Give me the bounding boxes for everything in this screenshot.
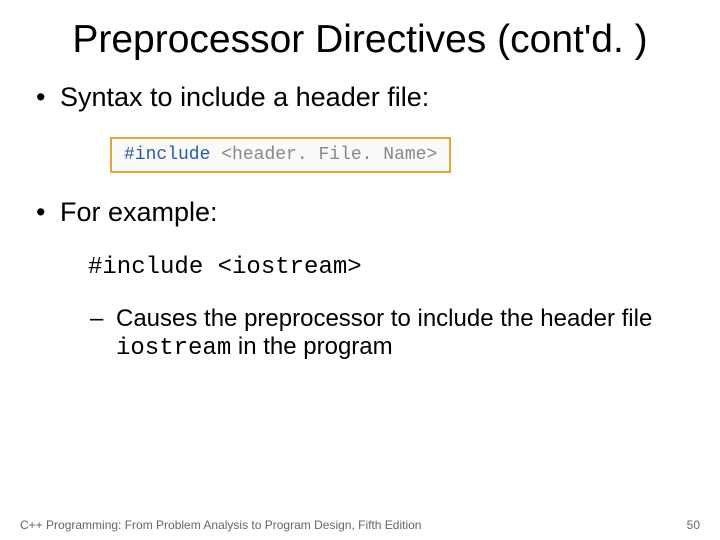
footer-page-number: 50 xyxy=(687,518,700,532)
bullet-for-example: For example: xyxy=(30,197,690,228)
sub-bullet-explanation: Causes the preprocessor to include the h… xyxy=(30,305,690,364)
sub-prefix: Causes the preprocessor to include the h… xyxy=(116,305,652,332)
code-keyword: #include xyxy=(124,145,210,165)
example-code: #include <iostream> xyxy=(88,254,690,281)
slide-footer: C++ Programming: From Problem Analysis t… xyxy=(20,518,700,532)
sub-code: iostream xyxy=(116,335,231,362)
slide: Preprocessor Directives (cont'd. ) Synta… xyxy=(0,0,720,540)
syntax-code: #include <header. File. Name> xyxy=(110,137,451,173)
sub-suffix: in the program xyxy=(231,333,392,360)
slide-title: Preprocessor Directives (cont'd. ) xyxy=(30,18,690,62)
bullet-syntax: Syntax to include a header file: xyxy=(30,82,690,113)
code-argument: <header. File. Name> xyxy=(221,145,437,165)
syntax-code-box: #include <header. File. Name> xyxy=(110,137,690,173)
footer-book-title: C++ Programming: From Problem Analysis t… xyxy=(20,518,421,532)
